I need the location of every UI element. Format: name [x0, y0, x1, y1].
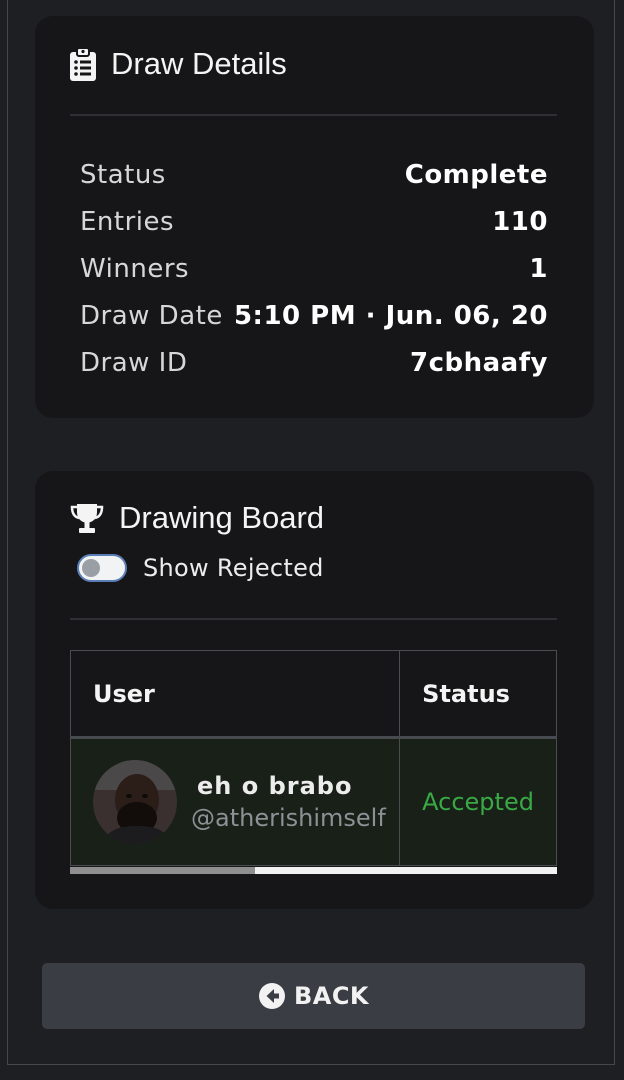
user-cell: eh o brabo @atherishimself: [70, 737, 401, 866]
horizontal-scrollbar[interactable]: [70, 867, 557, 874]
back-button[interactable]: BACK: [42, 963, 585, 1029]
toggle-knob: [82, 559, 100, 577]
detail-label: Status: [80, 159, 166, 190]
back-button-label: BACK: [293, 982, 370, 1010]
scrollbar-thumb[interactable]: [70, 867, 255, 874]
detail-value: 1: [529, 253, 548, 284]
entry-status-text: Accepted: [422, 788, 534, 816]
table-row[interactable]: eh o brabo @atherishimself Accepted: [70, 737, 557, 866]
drawing-board-card: Drawing Board Show Rejected User Status: [35, 471, 594, 909]
avatar: [93, 760, 177, 844]
detail-label: Winners: [80, 253, 190, 284]
detail-row-winners: Winners 1: [80, 245, 548, 292]
detail-label: Draw Date: [80, 300, 223, 331]
detail-value: 110: [492, 206, 548, 237]
draw-details-title: Draw Details: [111, 46, 287, 81]
column-header-status[interactable]: Status: [399, 650, 557, 738]
detail-value: 7cbhaafy: [410, 347, 548, 378]
user-info: eh o brabo @atherishimself: [191, 772, 386, 832]
drawing-board-title: Drawing Board: [119, 500, 325, 535]
drawing-board-header: Drawing Board: [69, 500, 324, 536]
detail-value: Complete: [404, 159, 548, 190]
show-rejected-label: Show Rejected: [143, 554, 324, 582]
column-header-user[interactable]: User: [70, 650, 401, 738]
show-rejected-control: Show Rejected: [77, 554, 324, 582]
draw-details-header: Draw Details: [69, 46, 287, 82]
detail-label: Entries: [80, 206, 175, 237]
detail-label: Draw ID: [80, 347, 188, 378]
detail-row-draw-date: Draw Date 5:10 PM · Jun. 06, 20: [80, 292, 548, 339]
trophy-icon: [69, 502, 105, 534]
clipboard-list-icon: [69, 47, 97, 81]
divider: [70, 618, 557, 620]
detail-row-entries: Entries 110: [80, 198, 548, 245]
user-handle[interactable]: @atherishimself: [191, 804, 386, 832]
divider: [70, 114, 557, 116]
details-list: Status Complete Entries 110 Winners 1 Dr…: [80, 151, 548, 386]
detail-row-draw-id: Draw ID 7cbhaafy: [80, 339, 548, 386]
status-cell: Accepted: [399, 737, 557, 866]
draw-details-card: Draw Details Status Complete Entries 110…: [35, 16, 594, 418]
user-display-name: eh o brabo: [197, 772, 353, 800]
detail-value: 5:10 PM · Jun. 06, 20: [233, 300, 548, 331]
detail-row-status: Status Complete: [80, 151, 548, 198]
show-rejected-toggle[interactable]: [77, 554, 127, 582]
arrow-circle-left-icon: [258, 982, 286, 1010]
drawing-board-table[interactable]: User Status eh o brabo @atherishimself A…: [70, 650, 557, 875]
